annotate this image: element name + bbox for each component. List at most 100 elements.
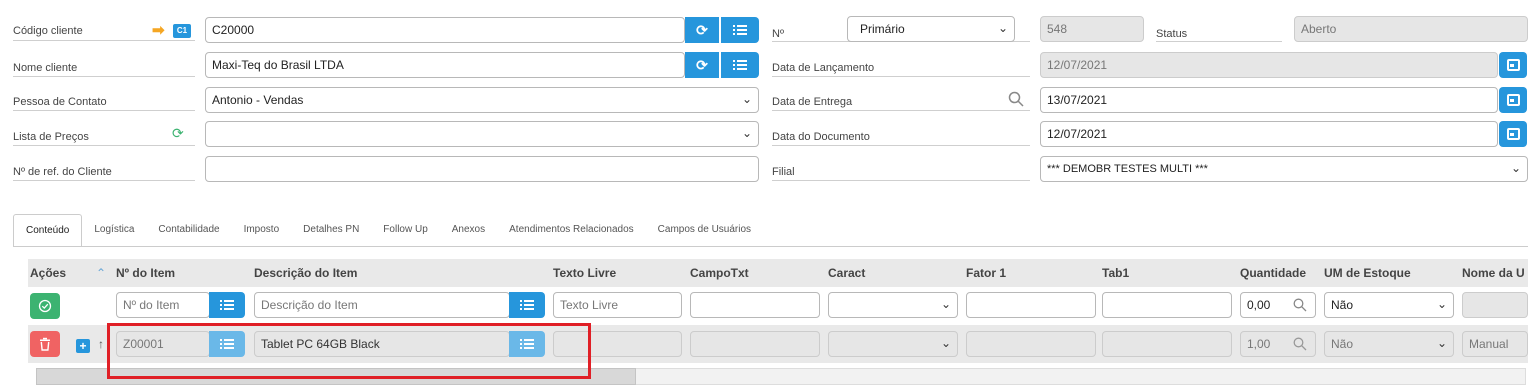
- collapse-chevron-up-icon[interactable]: ⌃: [96, 266, 106, 280]
- new-description-input[interactable]: Descrição do Item: [254, 292, 510, 318]
- data-lancamento-input: 12/07/2021: [1040, 52, 1498, 78]
- list-icon: [520, 299, 534, 311]
- calendar-entrega-button[interactable]: [1499, 87, 1527, 113]
- refresh-cliente-icon[interactable]: ⟳: [685, 17, 719, 43]
- calendar-icon: [1506, 128, 1520, 140]
- col-campotxt[interactable]: CampoTxt: [690, 266, 749, 280]
- new-caract-select[interactable]: ⌄: [828, 292, 958, 318]
- customer-badge: C1: [173, 24, 191, 38]
- nome-cliente-label: Nome cliente: [13, 62, 78, 74]
- tab1-input[interactable]: [1102, 331, 1232, 357]
- chevron-down-icon: ⌄: [997, 21, 1008, 35]
- new-fator1-input[interactable]: [966, 292, 1096, 318]
- numero-label: Nº: [772, 28, 784, 40]
- search-icon[interactable]: [1293, 298, 1307, 312]
- col-tab1[interactable]: Tab1: [1102, 266, 1129, 280]
- list-item-button[interactable]: [209, 292, 245, 318]
- col-quantidade[interactable]: Quantidade: [1240, 266, 1306, 280]
- filial-value: *** DEMOBR TESTES MULTI ***: [1047, 163, 1208, 175]
- link-arrow-icon[interactable]: ➡: [152, 21, 165, 39]
- list-icon: [733, 59, 747, 71]
- um-estoque-value: Não: [1331, 337, 1354, 351]
- calendar-documento-button[interactable]: [1499, 121, 1527, 147]
- tab-contabilidade[interactable]: Contabilidade: [146, 214, 231, 247]
- numero-input: 548: [1040, 16, 1144, 42]
- pessoa-contato-value: Antonio - Vendas: [212, 93, 304, 107]
- lista-precos-label: Lista de Preços: [13, 131, 89, 143]
- delete-row-button[interactable]: [30, 331, 60, 357]
- chevron-down-icon: ⌄: [940, 336, 951, 350]
- tab-follow-up[interactable]: Follow Up: [371, 214, 439, 247]
- fator1-input[interactable]: [966, 331, 1096, 357]
- lista-precos-select[interactable]: ⌄: [205, 121, 759, 147]
- tab-conteudo[interactable]: Conteúdo: [13, 214, 83, 247]
- highlight-box: [107, 323, 591, 379]
- chevron-down-icon: ⌄: [1436, 336, 1447, 350]
- new-quantidade-input[interactable]: 0,00: [1240, 292, 1316, 318]
- quantidade-input[interactable]: 1,00: [1240, 331, 1316, 357]
- grid-header: Ações ⌃ Nº do Item Descrição do Item Tex…: [28, 259, 1528, 287]
- col-nome-u[interactable]: Nome da U: [1462, 266, 1525, 280]
- data-entrega-input[interactable]: 13/07/2021: [1040, 87, 1498, 113]
- chevron-down-icon: ⌄: [1510, 161, 1521, 175]
- refresh-precos-icon[interactable]: ⟳: [172, 125, 184, 142]
- codigo-cliente-input[interactable]: C20000: [205, 17, 685, 43]
- series-select[interactable]: Primário ⌄: [847, 16, 1015, 42]
- new-campotxt-input[interactable]: [690, 292, 820, 318]
- ref-cliente-label: Nº de ref. do Cliente: [13, 166, 112, 178]
- tab-detalhes-pn[interactable]: Detalhes PN: [291, 214, 371, 247]
- um-estoque-select[interactable]: Não ⌄: [1324, 331, 1454, 357]
- col-caract[interactable]: Caract: [828, 266, 865, 280]
- tab-imposto[interactable]: Imposto: [232, 214, 292, 247]
- nome-cliente-input[interactable]: Maxi-Teq do Brasil LTDA: [205, 52, 685, 78]
- quantidade-value: 0,00: [1247, 298, 1271, 312]
- add-row-icon[interactable]: +: [76, 339, 90, 353]
- col-descricao[interactable]: Descrição do Item: [254, 266, 357, 280]
- list-nome-button[interactable]: [721, 52, 759, 78]
- check-circle-icon: [38, 299, 52, 313]
- chevron-down-icon: ⌄: [741, 92, 752, 106]
- filial-label: Filial: [772, 166, 795, 178]
- status-label: Status: [1156, 28, 1188, 40]
- pessoa-contato-select[interactable]: Antonio - Vendas ⌄: [205, 87, 759, 113]
- tab-bar: Conteúdo Logística Contabilidade Imposto…: [13, 214, 763, 247]
- tab-campos-usuarios[interactable]: Campos de Usuários: [646, 214, 763, 247]
- data-documento-input[interactable]: 12/07/2021: [1040, 121, 1498, 147]
- pessoa-contato-label: Pessoa de Contato: [13, 96, 107, 108]
- new-tab1-input[interactable]: [1102, 292, 1232, 318]
- codigo-cliente-label: Código cliente: [13, 25, 83, 37]
- calendar-icon: [1506, 94, 1520, 106]
- refresh-nome-icon[interactable]: ⟳: [685, 52, 719, 78]
- new-texto-livre-input[interactable]: Texto Livre: [553, 292, 682, 318]
- col-fator1[interactable]: Fator 1: [966, 266, 1006, 280]
- chevron-down-icon: ⌄: [1436, 297, 1447, 311]
- caract-select[interactable]: ⌄: [828, 331, 958, 357]
- tab-atendimentos[interactable]: Atendimentos Relacionados: [497, 214, 646, 247]
- series-value: Primário: [860, 22, 905, 36]
- new-um-estoque-select[interactable]: Não ⌄: [1324, 292, 1454, 318]
- list-icon: [733, 24, 747, 36]
- calendar-icon: [1506, 59, 1520, 71]
- new-item-number-input[interactable]: Nº do Item: [116, 292, 210, 318]
- nome-u-input: Manual: [1462, 331, 1528, 357]
- data-entrega-label: Data de Entrega: [772, 96, 853, 108]
- tab-logistica[interactable]: Logística: [82, 214, 146, 247]
- calendar-lancamento-button[interactable]: [1499, 52, 1527, 78]
- col-numero-item[interactable]: Nº do Item: [116, 266, 175, 280]
- search-icon[interactable]: [1293, 337, 1307, 351]
- col-um-estoque[interactable]: UM de Estoque: [1324, 266, 1411, 280]
- confirm-add-button[interactable]: [30, 293, 60, 319]
- data-documento-label: Data do Documento: [772, 131, 870, 143]
- ref-cliente-input[interactable]: [205, 156, 759, 182]
- data-lancamento-label: Data de Lançamento: [772, 62, 875, 74]
- filial-select[interactable]: *** DEMOBR TESTES MULTI *** ⌄: [1040, 156, 1528, 182]
- list-description-button[interactable]: [509, 292, 545, 318]
- chevron-down-icon: ⌄: [940, 297, 951, 311]
- tab-anexos[interactable]: Anexos: [440, 214, 497, 247]
- col-texto-livre[interactable]: Texto Livre: [553, 266, 616, 280]
- campotxt-input[interactable]: [690, 331, 820, 357]
- list-cliente-button[interactable]: [721, 17, 759, 43]
- status-input: Aberto: [1294, 16, 1528, 42]
- new-nome-u-input: [1462, 292, 1528, 318]
- search-icon[interactable]: [1008, 91, 1024, 107]
